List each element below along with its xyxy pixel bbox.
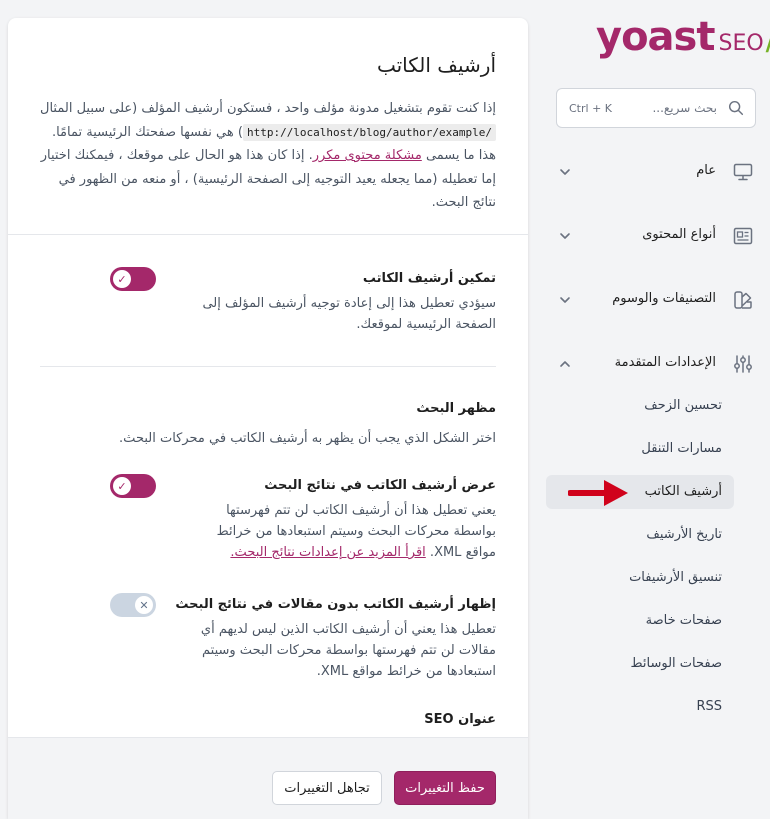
- chevron-down-icon: [560, 169, 570, 175]
- show-without-posts-desc: تعطيل هذا يعني أن أرشيف الكاتب الذين ليس…: [200, 622, 496, 679]
- search-shortcut: Ctrl + K: [569, 102, 612, 115]
- example-url-code: http://localhost/blog/author/example/: [242, 123, 496, 141]
- discard-changes-button[interactable]: تجاهل التغييرات: [272, 771, 382, 805]
- sidebar-item-media-pages[interactable]: صفحات الوسائط: [546, 647, 734, 681]
- settings-card: أرشيف الكاتب إذا كنت تقوم بتشغيل مدونة م…: [8, 18, 528, 819]
- sidebar-item-breadcrumbs[interactable]: مسارات التنقل: [546, 432, 734, 466]
- enable-author-archives-row: تمكين أرشيف الكاتب سيؤدي تعطيل هذا إلى إ…: [40, 235, 496, 335]
- search-icon: [728, 100, 744, 116]
- sliders-icon: [734, 355, 752, 373]
- search-appearance-title: مظهر البحث: [416, 401, 496, 416]
- sidebar-group-label: أنواع المحتوى: [642, 227, 716, 242]
- sidebar-item-label: تنسيق الأرشيفات: [629, 570, 722, 585]
- seo-title-label: عنوان SEO: [424, 712, 496, 727]
- desktop-icon: [733, 163, 753, 181]
- sidebar-item-label: مسارات التنقل: [641, 441, 722, 456]
- search-results-settings-link[interactable]: اقرأ المزيد عن إعدادات نتائج البحث.: [230, 545, 425, 560]
- logo-product: SEO: [718, 31, 764, 56]
- page-title: أرشيف الكاتب: [376, 53, 496, 77]
- show-without-posts-toggle[interactable]: ✕: [110, 593, 156, 617]
- save-changes-button[interactable]: حفظ التغييرات: [394, 771, 496, 805]
- show-in-results-desc: يعني تعطيل هذا أن أرشيف الكاتب لن تتم فه…: [196, 500, 496, 563]
- sidebar-group-general[interactable]: عام: [556, 157, 756, 187]
- search-appearance-section: مظهر البحث اختر الشكل الذي يجب أن يظهر ب…: [8, 367, 528, 727]
- chevron-down-icon: [560, 233, 570, 239]
- sidebar-group-advanced[interactable]: الإعدادات المتقدمة: [556, 349, 756, 379]
- check-icon: ✓: [113, 270, 131, 288]
- enable-author-archives-desc: سيؤدي تعطيل هذا إلى إعادة توجيه أرشيف ال…: [202, 296, 496, 332]
- search-appearance-header: مظهر البحث اختر الشكل الذي يجب أن يظهر ب…: [40, 367, 496, 446]
- enable-author-archives-toggle[interactable]: ✓: [110, 267, 156, 291]
- sidebar-item-date-archives[interactable]: تاريخ الأرشيف: [546, 518, 734, 552]
- intro-text: إذا كنت تقوم بتشغيل مدونة مؤلف واحد ، فس…: [36, 97, 496, 215]
- sidebar-item-label: تحسين الزحف: [644, 398, 722, 413]
- sidebar: yoast SEO / بحث سريع... Ctrl + K عام: [540, 0, 770, 819]
- sidebar-item-label: أرشيف الكاتب: [644, 484, 722, 499]
- yoast-seo-logo[interactable]: yoast SEO /: [596, 14, 770, 60]
- duplicate-content-link[interactable]: مشكلة محتوى مكرر: [313, 148, 422, 163]
- sidebar-item-label: تاريخ الأرشيف: [646, 527, 722, 542]
- footer-bar: حفظ التغييرات تجاهل التغييرات: [8, 737, 528, 819]
- quick-search-input[interactable]: بحث سريع... Ctrl + K: [556, 88, 756, 128]
- sidebar-group-label: الإعدادات المتقدمة: [614, 355, 716, 370]
- sidebar-item-format-archives[interactable]: تنسيق الأرشيفات: [546, 561, 734, 595]
- sidebar-item-rss[interactable]: RSS: [546, 690, 734, 724]
- newspaper-icon: [733, 227, 753, 245]
- card-header: أرشيف الكاتب إذا كنت تقوم بتشغيل مدونة م…: [8, 18, 528, 234]
- sidebar-item-label: صفحات خاصة: [645, 613, 722, 628]
- enable-author-archives-label: تمكين أرشيف الكاتب: [362, 271, 496, 286]
- intro-text-part: إذا كنت تقوم بتشغيل مدونة مؤلف واحد ، فس…: [40, 101, 496, 116]
- show-without-posts-row: إظهار أرشيف الكاتب بدون مقالات في نتائج …: [40, 593, 496, 682]
- search-appearance-desc: اختر الشكل الذي يجب أن يظهر به أرشيف الك…: [119, 431, 496, 446]
- close-icon: ✕: [135, 596, 153, 614]
- sidebar-group-label: عام: [696, 163, 716, 178]
- check-icon: ✓: [113, 477, 131, 495]
- swatch-icon: [734, 291, 752, 309]
- sidebar-group-content-types[interactable]: أنواع المحتوى: [556, 221, 756, 251]
- sidebar-item-special-pages[interactable]: صفحات خاصة: [546, 604, 734, 638]
- sidebar-item-label: RSS: [696, 699, 722, 714]
- sidebar-group-label: التصنيفات والوسوم: [612, 291, 716, 306]
- show-without-posts-label: إظهار أرشيف الكاتب بدون مقالات في نتائج …: [175, 597, 496, 612]
- sidebar-group-taxonomies[interactable]: التصنيفات والوسوم: [556, 285, 756, 315]
- show-in-results-toggle[interactable]: ✓: [110, 474, 156, 498]
- red-arrow-icon: [568, 480, 628, 506]
- search-placeholder: بحث سريع...: [652, 101, 717, 115]
- logo-slash: /: [766, 28, 770, 56]
- enable-author-archives-section: تمكين أرشيف الكاتب سيؤدي تعطيل هذا إلى إ…: [8, 235, 528, 366]
- show-in-results-row: عرض أرشيف الكاتب في نتائج البحث يعني تعط…: [40, 474, 496, 563]
- chevron-up-icon: [560, 361, 570, 367]
- logo-brand: yoast: [596, 14, 715, 60]
- sidebar-item-crawl-optimization[interactable]: تحسين الزحف: [546, 389, 734, 423]
- show-in-results-label: عرض أرشيف الكاتب في نتائج البحث: [264, 478, 496, 493]
- chevron-down-icon: [560, 297, 570, 303]
- sidebar-item-label: صفحات الوسائط: [630, 656, 722, 671]
